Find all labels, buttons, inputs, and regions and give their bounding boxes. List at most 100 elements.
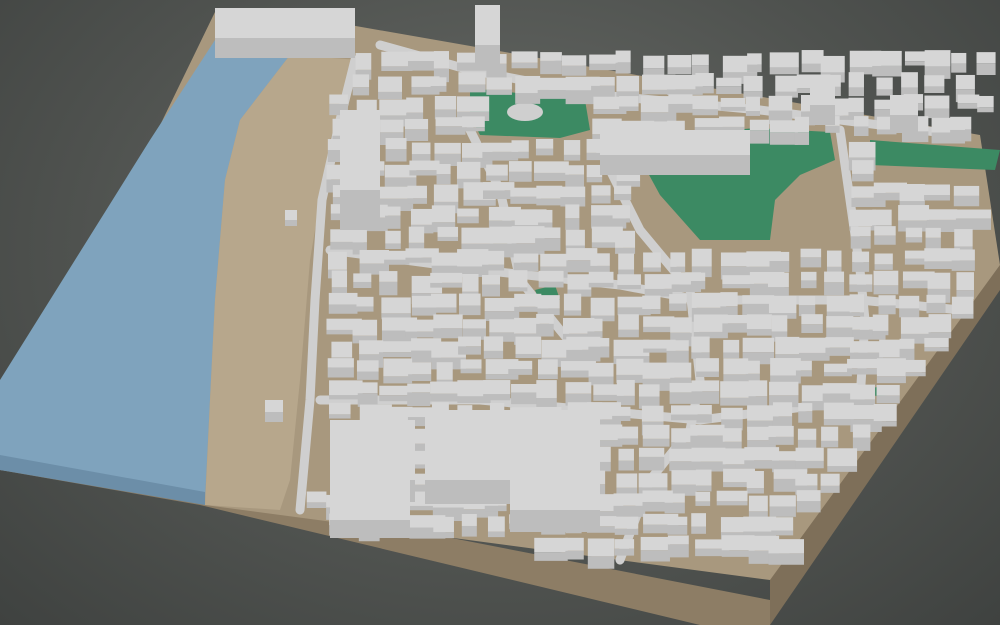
building: [951, 249, 975, 271]
building: [823, 402, 854, 426]
building: [976, 52, 996, 76]
building: [535, 227, 561, 251]
building: [769, 495, 796, 517]
building-large-block: [330, 480, 410, 538]
building: [515, 75, 541, 104]
building: [638, 447, 665, 471]
building: [618, 314, 639, 338]
building: [357, 382, 378, 407]
building: [515, 336, 542, 358]
building: [874, 226, 896, 245]
building: [670, 252, 686, 272]
building: [745, 96, 760, 116]
building: [795, 447, 824, 469]
building: [745, 360, 760, 381]
building: [537, 295, 560, 316]
building: [513, 253, 539, 272]
building: [671, 470, 697, 496]
building: [743, 516, 777, 538]
building: [798, 295, 816, 317]
building: [430, 381, 460, 402]
building: [458, 336, 481, 355]
building: [329, 380, 363, 400]
building: [590, 297, 615, 322]
building: [716, 490, 748, 506]
building: [616, 358, 644, 383]
building: [769, 120, 798, 145]
building: [404, 118, 429, 142]
building: [540, 52, 562, 75]
building: [591, 76, 615, 100]
building: [329, 402, 351, 419]
building: [872, 314, 889, 336]
building: [486, 164, 508, 181]
building: [486, 77, 512, 95]
building: [462, 116, 485, 132]
building: [591, 185, 611, 204]
building: [614, 539, 635, 556]
building: [640, 536, 670, 562]
building: [436, 164, 451, 185]
building: [873, 270, 899, 295]
building: [457, 208, 479, 224]
building: [955, 209, 991, 230]
building: [430, 293, 457, 313]
building: [768, 272, 789, 297]
building: [612, 205, 630, 223]
building: [381, 51, 413, 72]
building: [643, 252, 661, 272]
building: [461, 514, 477, 537]
building: [795, 360, 812, 377]
building: [691, 336, 710, 359]
map-viewport[interactable]: [0, 0, 1000, 625]
building: [853, 116, 869, 137]
building: [664, 493, 685, 514]
building: [565, 165, 585, 189]
building: [905, 227, 923, 243]
building: [459, 293, 481, 316]
building: [876, 384, 900, 404]
building: [820, 473, 840, 493]
building: [852, 160, 874, 182]
building: [850, 226, 871, 249]
building: [722, 275, 755, 289]
tower: [890, 95, 918, 133]
building: [615, 50, 631, 74]
building: [798, 337, 830, 361]
building: [801, 50, 824, 73]
building: [616, 473, 638, 497]
building: [691, 513, 707, 534]
building: [487, 516, 505, 538]
building: [696, 405, 712, 423]
building: [437, 226, 459, 242]
city-3d-model[interactable]: [0, 0, 1000, 625]
building: [798, 403, 813, 423]
building: [826, 316, 854, 340]
building: [904, 250, 928, 265]
building: [876, 77, 893, 96]
building: [746, 314, 772, 336]
building: [692, 95, 718, 116]
building: [588, 362, 614, 386]
building: [588, 271, 614, 288]
building: [747, 53, 762, 73]
building: [616, 380, 635, 406]
building: [482, 250, 505, 271]
building: [407, 51, 437, 71]
tower: [475, 5, 500, 70]
building: [378, 341, 412, 358]
building: [950, 116, 972, 142]
building: [905, 359, 926, 377]
building: [801, 271, 817, 289]
building: [848, 72, 864, 97]
building: [951, 296, 974, 319]
building: [378, 76, 402, 100]
building: [924, 75, 945, 93]
building: [769, 251, 790, 272]
building: [435, 117, 466, 135]
building: [356, 296, 374, 312]
building: [538, 270, 564, 288]
building: [430, 272, 463, 288]
building: [696, 358, 719, 377]
building: [666, 340, 689, 365]
